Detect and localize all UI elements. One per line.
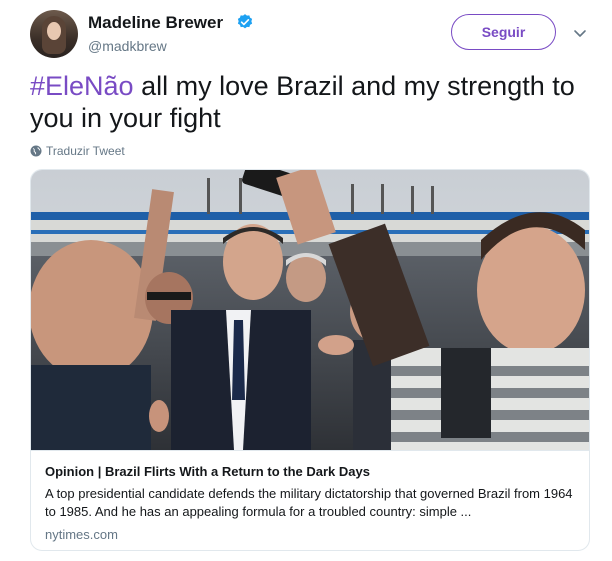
card-title[interactable]: Opinion | Brazil Flirts With a Return to… (45, 463, 577, 480)
translate-tweet-link[interactable]: Traduzir Tweet (30, 144, 125, 158)
card-body: Opinion | Brazil Flirts With a Return to… (31, 450, 589, 550)
tweet: Madeline Brewer @madkbrew Seguir #EleNão… (0, 0, 612, 561)
display-name[interactable]: Madeline Brewer (88, 13, 223, 33)
tweet-text: #EleNão all my love Brazil and my streng… (30, 70, 600, 134)
username[interactable]: @madkbrew (88, 38, 167, 54)
hashtag-link[interactable]: #EleNão (30, 71, 134, 101)
globe-icon (30, 145, 42, 157)
avatar[interactable] (30, 10, 78, 58)
follow-button[interactable]: Seguir (451, 14, 556, 50)
avatar-face (47, 22, 61, 40)
card-description: A top presidential candidate defends the… (45, 486, 573, 519)
translate-label: Traduzir Tweet (46, 144, 125, 158)
chevron-down-icon[interactable] (572, 25, 588, 41)
card-image (31, 170, 589, 450)
verified-badge-icon (237, 14, 253, 29)
link-card[interactable]: Opinion | Brazil Flirts With a Return to… (30, 169, 590, 551)
card-domain: nytimes.com (45, 527, 118, 542)
